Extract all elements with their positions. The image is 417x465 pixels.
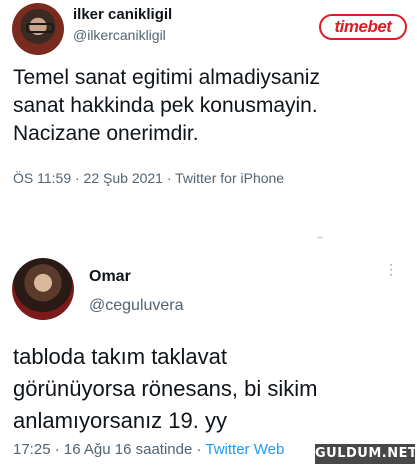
tweet-text: tabloda takım taklavat görünüyorsa rönes… <box>13 344 318 433</box>
tweet-text: Temel sanat egitimi almadiysaniz sanat h… <box>13 66 320 145</box>
tweet-meta-text: 17:25 · 16 Ağu 16 saatinde · <box>13 441 206 458</box>
author-name[interactable]: ilker canikligil <box>73 6 172 23</box>
author-name[interactable]: Omar <box>89 268 131 286</box>
site-watermark: GULDUM.NET <box>315 444 417 464</box>
tweet-source-link[interactable]: Twitter Web <box>205 441 284 458</box>
glasses-detail <box>26 23 54 33</box>
avatar[interactable] <box>12 258 74 320</box>
tweet-timestamp[interactable]: ÖS 11:59 · 22 Şub 2021 · Twitter for iPh… <box>13 170 284 186</box>
brand-logo-watermark: timebet <box>319 14 407 40</box>
author-handle[interactable]: @ilkercanikligil <box>73 27 166 43</box>
more-options-icon[interactable]: ⋮ <box>384 262 398 276</box>
tweet-separator <box>0 205 417 251</box>
avatar[interactable] <box>12 3 64 55</box>
tweet-timestamp[interactable]: 17:25 · 16 Ağu 16 saatinde · Twitter Web <box>13 441 284 458</box>
separator-mark <box>317 236 323 239</box>
author-handle[interactable]: @ceguluvera <box>89 297 184 315</box>
